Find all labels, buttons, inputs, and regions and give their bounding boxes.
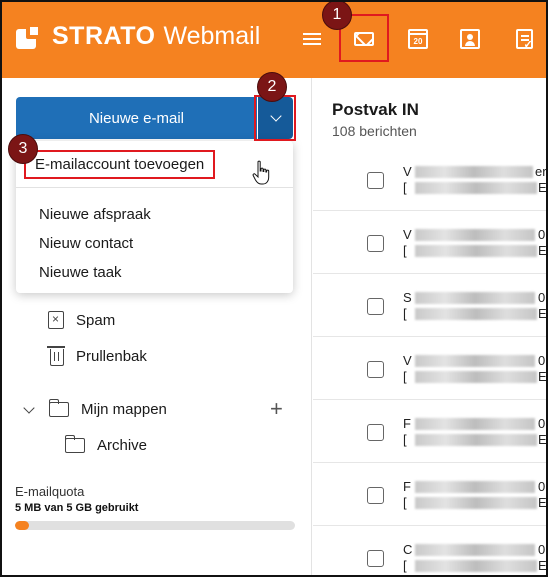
spam-icon (48, 311, 64, 329)
mail-row[interactable]: F [ 0 E (313, 463, 548, 526)
blurred-text (415, 418, 535, 430)
row-end-char: 0 (538, 479, 546, 494)
new-email-button[interactable]: Nieuwe e-mail (16, 97, 257, 139)
row-end-char: 0 (538, 290, 546, 305)
step-badge-3: 3 (8, 134, 38, 164)
row-subject-initial: [ (403, 558, 407, 573)
menu-item-add-email-account[interactable]: E-mailaccount toevoegen (24, 150, 216, 179)
mail-row[interactable]: C [ 0 E (313, 526, 548, 577)
blurred-text (415, 481, 535, 493)
row-subject-initial: [ (403, 495, 407, 510)
menu-item-new-task[interactable]: Nieuwe taak (39, 264, 122, 281)
strato-logo-icon (16, 22, 44, 51)
menu-icon[interactable] (300, 28, 324, 50)
row-end-char: E (538, 243, 547, 258)
blurred-text (415, 182, 537, 194)
row-checkbox[interactable] (367, 298, 384, 315)
hand-cursor-icon (252, 160, 270, 185)
row-end-char: E (538, 369, 547, 384)
row-end-char: E (538, 306, 547, 321)
blurred-text (415, 497, 537, 509)
mail-row[interactable]: V [ er E (313, 148, 548, 211)
blurred-text (415, 245, 537, 257)
row-end-char: E (538, 558, 547, 573)
row-subject-initial: [ (403, 369, 407, 384)
trash-icon (47, 346, 65, 366)
mail-row[interactable]: V [ 0 E (313, 337, 548, 400)
row-end-char: 0 (538, 353, 546, 368)
brand-product: Webmail (163, 22, 261, 50)
row-end-char: E (538, 180, 547, 195)
row-end-char: 0 (538, 227, 546, 242)
row-subject-initial: [ (403, 180, 407, 195)
row-sender-initial: F (403, 479, 411, 494)
quota-value: 5 MB van 5 GB gebruikt (15, 502, 139, 514)
mail-row[interactable]: S [ 0 E (313, 274, 548, 337)
row-end-char: E (538, 495, 547, 510)
blurred-text (415, 292, 535, 304)
calendar-icon[interactable]: 20 (406, 28, 430, 50)
sidebar-item-trash[interactable]: Prullenbak (47, 346, 147, 366)
row-sender-initial: V (403, 227, 412, 242)
mail-row[interactable]: V [ 0 E (313, 211, 548, 274)
step-badge-2: 2 (257, 72, 287, 102)
row-sender-initial: V (403, 353, 412, 368)
blurred-text (415, 371, 537, 383)
blurred-text (415, 434, 537, 446)
row-checkbox[interactable] (367, 550, 384, 567)
sidebar-item-my-folders[interactable]: Mijn mappen (23, 399, 167, 418)
sidebar-item-spam[interactable]: Spam (48, 311, 115, 329)
row-sender-initial: C (403, 542, 413, 557)
blurred-text (415, 544, 535, 556)
row-subject-initial: [ (403, 432, 407, 447)
quota-bar (15, 521, 295, 530)
row-checkbox[interactable] (367, 424, 384, 441)
row-checkbox[interactable] (367, 487, 384, 504)
menu-item-new-contact[interactable]: Nieuw contact (39, 235, 133, 252)
chevron-down-icon[interactable] (23, 401, 35, 414)
mail-row[interactable]: F [ 0 E (313, 400, 548, 463)
folder-title: Postvak IN (332, 100, 419, 119)
contacts-icon[interactable] (458, 28, 482, 50)
row-sender-initial: S (403, 290, 412, 305)
row-sender-initial: F (403, 416, 411, 431)
sidebar-item-label: Mijn mappen (81, 401, 167, 418)
folder-icon (48, 399, 69, 417)
row-checkbox[interactable] (367, 235, 384, 252)
sidebar-item-label: Archive (97, 437, 148, 454)
row-checkbox[interactable] (367, 361, 384, 378)
menu-item-new-appointment[interactable]: Nieuwe afspraak (39, 206, 151, 223)
row-end-char: 0 (538, 542, 546, 557)
row-subject-initial: [ (403, 306, 407, 321)
row-end-char: E (538, 432, 547, 447)
menu-divider (16, 187, 293, 188)
row-end-char: er (535, 164, 547, 179)
sidebar-item-label: Spam (76, 311, 116, 329)
highlight-dropdown-toggle (254, 95, 296, 141)
row-sender-initial: V (403, 164, 412, 179)
folder-icon (64, 435, 85, 453)
sidebar-item-archive[interactable]: Archive (64, 435, 148, 454)
sidebar-item-label: Prullenbak (76, 347, 147, 365)
message-count: 108 berichten (332, 123, 417, 139)
quota-fill (15, 521, 29, 530)
blurred-text (415, 229, 535, 241)
tasks-icon[interactable] (512, 28, 536, 51)
step-badge-1: 1 (322, 0, 352, 30)
brand-name: STRATO (52, 22, 156, 50)
row-end-char: 0 (538, 416, 546, 431)
row-checkbox[interactable] (367, 172, 384, 189)
quota-label: E-mailquota (15, 484, 85, 499)
strato-logo[interactable]: STRATO Webmail (16, 22, 260, 51)
mail-list-pane: Postvak IN 108 berichten V [ er E V [ 0 … (313, 78, 548, 577)
blurred-text (415, 355, 535, 367)
top-bar: STRATO Webmail 20 (0, 0, 548, 78)
blurred-text (415, 308, 537, 320)
blurred-text (415, 166, 533, 178)
blurred-text (415, 560, 537, 572)
add-folder-icon[interactable]: + (270, 398, 283, 420)
row-subject-initial: [ (403, 243, 407, 258)
